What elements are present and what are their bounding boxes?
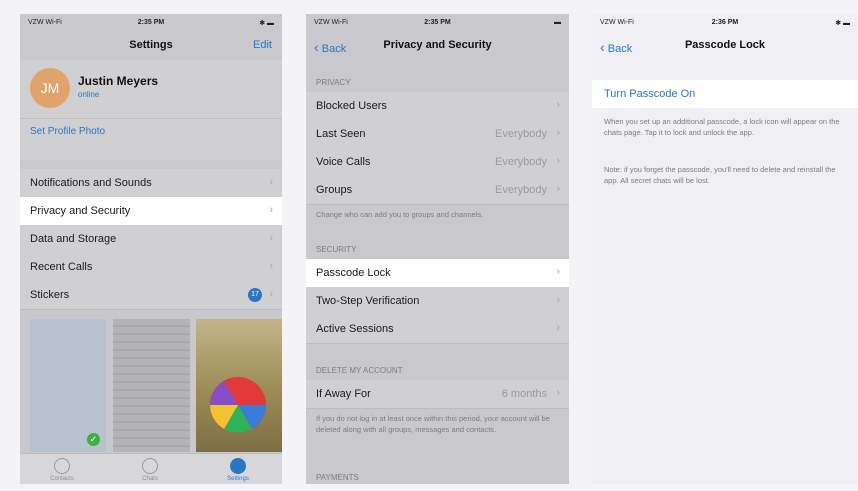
security-item-label: Passcode Lock [316, 267, 391, 279]
tab-label: Contacts [50, 476, 74, 482]
chevron-right-icon: › [269, 232, 273, 244]
security-item-passcode-lock[interactable]: Passcode Lock › [306, 259, 569, 287]
sticker-preview-tile[interactable]: ✓ [30, 319, 106, 452]
battery-icon: ▬ [554, 19, 561, 26]
person-icon [54, 458, 70, 474]
umbrella-image [210, 377, 266, 433]
profile-name: Justin Meyers [78, 74, 159, 88]
status-time: 2:36 PM [711, 19, 739, 26]
privacy-item-last-seen[interactable]: Last Seen Everybody › [306, 120, 569, 149]
passcode-lock-screen: VZW Wi-Fi 2:36 PM ✱ ▬ ‹ Back Passcode Lo… [592, 14, 858, 484]
delete-item-label: If Away For [316, 388, 371, 400]
privacy-item-label: Last Seen [316, 128, 366, 140]
chevron-right-icon: › [269, 260, 273, 272]
privacy-item-value: Everybody [495, 156, 547, 168]
status-bar: VZW Wi-Fi 2:35 PM ▬ [306, 14, 569, 32]
settings-item-recent-calls[interactable]: Recent Calls › [20, 253, 282, 282]
settings-item-label: Notifications and Sounds [30, 177, 152, 189]
edit-button[interactable]: Edit [253, 39, 272, 51]
passcode-navbar: ‹ Back Passcode Lock [592, 32, 858, 70]
gear-icon [230, 458, 246, 474]
status-time: 2:35 PM [137, 19, 165, 26]
check-icon: ✓ [87, 433, 100, 446]
tab-label: Settings [227, 476, 249, 482]
privacy-item-label: Voice Calls [316, 156, 371, 168]
privacy-item-groups[interactable]: Groups Everybody › [306, 176, 569, 205]
settings-item-label: Stickers [30, 289, 70, 301]
tab-label: Chats [142, 476, 158, 482]
sticker-preview-tile[interactable] [113, 319, 190, 452]
chevron-right-icon: › [269, 288, 273, 300]
security-item-two-step[interactable]: Two-Step Verification › [306, 287, 569, 316]
privacy-item-value: Everybody [495, 128, 547, 140]
tab-contacts[interactable]: Contacts [32, 458, 92, 482]
chat-bubble-icon [142, 458, 158, 474]
tab-settings[interactable]: Settings [208, 458, 268, 482]
chevron-right-icon: › [556, 183, 560, 195]
passcode-info-note: When you set up an additional passcode, … [604, 117, 840, 137]
security-item-label: Active Sessions [316, 323, 394, 335]
settings-item-privacy[interactable]: Privacy and Security › [20, 197, 282, 225]
security-item-label: Two-Step Verification [316, 295, 420, 307]
turn-passcode-on-row[interactable]: Turn Passcode On [592, 80, 858, 108]
chevron-right-icon: › [556, 127, 560, 139]
turn-passcode-on-button[interactable]: Turn Passcode On [604, 88, 695, 100]
profile-card[interactable]: JM Justin Meyers online Set Profile Phot… [20, 60, 282, 160]
privacy-item-label: Blocked Users [316, 100, 387, 112]
security-item-active-sessions[interactable]: Active Sessions › [306, 315, 569, 344]
section-header-payments: PAYMENTS [316, 473, 359, 482]
settings-item-label: Data and Storage [30, 233, 117, 245]
privacy-navbar: ‹ Back Privacy and Security [306, 32, 569, 70]
section-header-security: SECURITY [316, 245, 357, 254]
chevron-right-icon: › [556, 99, 560, 111]
settings-item-label: Privacy and Security [30, 205, 131, 217]
chevron-right-icon: › [269, 204, 273, 216]
profile-status: online [78, 90, 100, 99]
chevron-right-icon: › [556, 266, 560, 278]
sticker-preview-tile[interactable] [196, 319, 282, 452]
tab-bar: Contacts Chats Settings [20, 453, 282, 484]
status-time: 2:35 PM [424, 19, 451, 26]
privacy-footer-note: Change who can add you to groups and cha… [316, 210, 484, 219]
settings-item-notifications[interactable]: Notifications and Sounds › [20, 169, 282, 198]
battery-icon: ✱ ▬ [835, 20, 850, 27]
tab-chats[interactable]: Chats [120, 458, 180, 482]
settings-screen: VZW Wi-Fi 2:35 PM ✱ ▬ Settings Edit JM J… [20, 14, 282, 484]
delete-item-value: 6 months [501, 388, 547, 400]
passcode-warning-note: Note: if you forget the passcode, you'll… [604, 165, 836, 185]
privacy-item-blocked-users[interactable]: Blocked Users › [306, 92, 569, 121]
chevron-right-icon: › [556, 294, 560, 306]
privacy-item-label: Groups [316, 184, 353, 196]
page-title: Privacy and Security [383, 39, 492, 51]
settings-item-stickers[interactable]: Stickers 17 › [20, 281, 282, 310]
status-bar: VZW Wi-Fi 2:35 PM ✱ ▬ [20, 14, 282, 32]
section-header-delete-account: DELETE MY ACCOUNT [316, 366, 403, 375]
privacy-item-voice-calls[interactable]: Voice Calls Everybody › [306, 148, 569, 177]
chevron-right-icon: › [556, 322, 560, 334]
page-title: Passcode Lock [684, 39, 766, 51]
set-profile-photo-link[interactable]: Set Profile Photo [30, 126, 105, 137]
settings-item-label: Recent Calls [30, 261, 93, 273]
delete-item-if-away-for[interactable]: If Away For 6 months › [306, 380, 569, 409]
divider [20, 118, 282, 119]
privacy-security-screen: VZW Wi-Fi 2:35 PM ▬ ‹ Back Privacy and S… [306, 14, 569, 484]
chevron-right-icon: › [556, 387, 560, 399]
delete-footer-note: If you do not log in at least once withi… [316, 414, 550, 434]
chevron-right-icon: › [269, 176, 273, 188]
section-header-privacy: PRIVACY [316, 78, 351, 87]
chevron-right-icon: › [556, 155, 560, 167]
settings-item-data[interactable]: Data and Storage › [20, 225, 282, 254]
status-bar: VZW Wi-Fi 2:36 PM ✱ ▬ [592, 14, 858, 32]
battery-icon: ✱ ▬ [259, 20, 274, 27]
sticker-count-badge: 17 [248, 288, 262, 302]
privacy-item-value: Everybody [495, 184, 547, 196]
page-title: Settings [129, 39, 173, 51]
avatar[interactable]: JM [30, 68, 70, 108]
